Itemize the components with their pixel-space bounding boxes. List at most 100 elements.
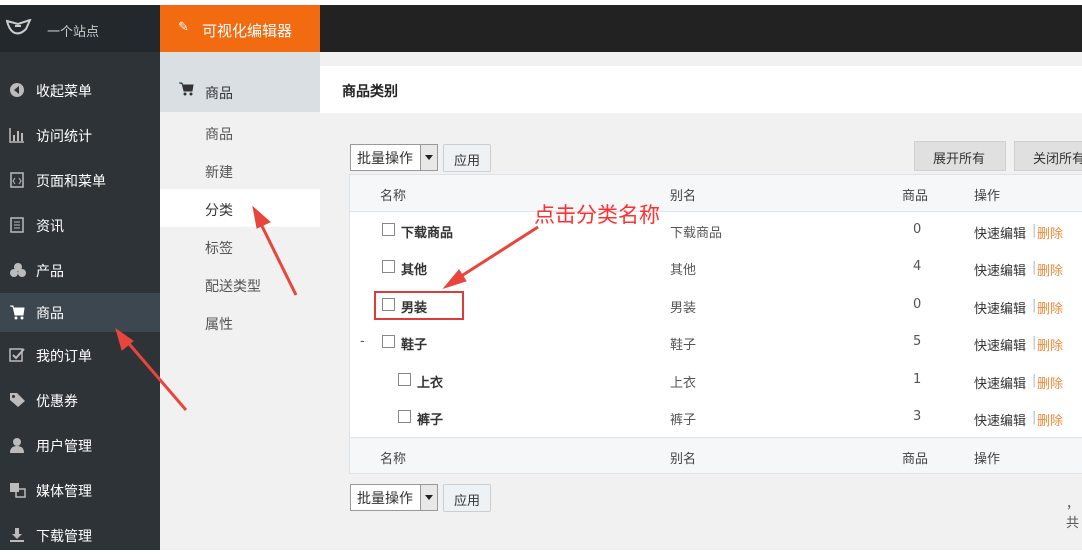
sidebar-item-coupons[interactable]: 优惠券: [0, 381, 160, 420]
sidebar-item-downloads[interactable]: 下载管理: [0, 516, 160, 555]
bulk-action-value: 批量操作: [357, 151, 413, 167]
category-alias: 其他: [670, 263, 697, 278]
sidebar-item-orders[interactable]: 我的订单: [0, 336, 160, 375]
cart-icon: [9, 304, 27, 322]
sidebar-item-goods[interactable]: 商品: [0, 293, 160, 332]
submenu-header-label: 商品: [205, 86, 233, 102]
annotation-highlight-box: [374, 291, 464, 320]
sidebar-item-label: 用户管理: [36, 439, 92, 455]
sidebar-item-label: 访问统计: [36, 129, 92, 145]
site-logo[interactable]: 一个站点: [0, 5, 160, 52]
sidebar-item-products[interactable]: 产品: [0, 251, 160, 290]
column-header-count[interactable]: 商品: [902, 185, 928, 204]
category-count[interactable]: 1: [913, 372, 921, 387]
row-checkbox[interactable]: [382, 223, 395, 236]
delete-link[interactable]: 删除: [1037, 410, 1063, 429]
close-all-button[interactable]: 关闭所有: [1014, 141, 1082, 171]
submenu-item-shipping-types[interactable]: 配送类型: [160, 265, 320, 303]
category-alias: 裤子: [670, 413, 697, 428]
logo-icon: [6, 19, 32, 35]
category-count[interactable]: 5: [913, 334, 921, 349]
bulk-action-select-top[interactable]: 批量操作: [350, 144, 438, 171]
delete-link[interactable]: 删除: [1037, 223, 1063, 242]
bulk-action-value: 批量操作: [357, 491, 413, 507]
submenu-item-label: 标签: [205, 241, 233, 257]
action-separator: |: [1032, 410, 1037, 425]
quick-edit-link[interactable]: 快速编辑: [974, 298, 1026, 317]
category-name-link[interactable]: 鞋子: [401, 334, 427, 353]
row-checkbox[interactable]: [382, 335, 395, 348]
submenu-item-label: 属性: [205, 317, 233, 333]
close-all-label: 关闭所有: [1033, 152, 1082, 167]
category-count[interactable]: 3: [913, 409, 921, 424]
apply-button-label: 应用: [454, 494, 481, 509]
collapse-toggle[interactable]: -: [360, 334, 365, 349]
cart-icon: [178, 82, 194, 100]
action-separator: |: [1032, 373, 1037, 388]
category-name-link[interactable]: 裤子: [417, 409, 443, 428]
sidebar-item-label: 页面和菜单: [36, 174, 106, 190]
table-row: 上衣 上衣 1 快速编辑 | 删除: [350, 362, 1082, 399]
collapse-circle-icon: [9, 82, 27, 100]
sidebar-item-users[interactable]: 用户管理: [0, 426, 160, 465]
sidebar-item-media[interactable]: 媒体管理: [0, 471, 160, 510]
apply-button-top[interactable]: 应用: [443, 144, 491, 172]
submenu-item-new[interactable]: 新建: [160, 151, 320, 189]
expand-all-label: 展开所有: [933, 152, 986, 167]
apply-button-label: 应用: [454, 154, 481, 169]
apply-button-bottom[interactable]: 应用: [443, 484, 491, 512]
sidebar-item-label: 资讯: [36, 219, 64, 235]
cubes-icon: [9, 262, 27, 280]
delete-link[interactable]: 删除: [1037, 373, 1063, 392]
submenu-item-attributes[interactable]: 属性: [160, 303, 320, 341]
delete-link[interactable]: 删除: [1037, 298, 1063, 317]
column-footer-count[interactable]: 商品: [902, 448, 928, 467]
category-count[interactable]: 0: [913, 297, 921, 312]
submenu-item-label: 商品: [205, 127, 233, 143]
column-header-alias[interactable]: 别名: [670, 185, 696, 204]
sidebar-item-stats[interactable]: 访问统计: [0, 116, 160, 155]
visual-editor-label: 可视化编辑器: [202, 22, 293, 40]
category-name-link[interactable]: 下载商品: [401, 222, 453, 241]
sidebar-item-news[interactable]: 资讯: [0, 206, 160, 245]
table-row: 其他 其他 4 快速编辑 | 删除: [350, 249, 1082, 286]
chevron-down-icon[interactable]: [420, 485, 437, 510]
action-separator: |: [1032, 223, 1037, 238]
table-row: 裤子 裤子 3 快速编辑 | 删除: [350, 399, 1082, 436]
visual-editor-tab[interactable]: ✎ 可视化编辑器: [160, 5, 320, 52]
quick-edit-link[interactable]: 快速编辑: [974, 260, 1026, 279]
column-header-name[interactable]: 名称: [380, 185, 406, 204]
submenu-item-tags[interactable]: 标签: [160, 227, 320, 265]
quick-edit-link[interactable]: 快速编辑: [974, 223, 1026, 242]
expand-all-button[interactable]: 展开所有: [914, 141, 1006, 171]
row-checkbox[interactable]: [398, 373, 411, 386]
row-checkbox[interactable]: [382, 260, 395, 273]
category-count[interactable]: 4: [913, 259, 921, 274]
column-footer-name[interactable]: 名称: [380, 448, 406, 467]
quick-edit-link[interactable]: 快速编辑: [974, 335, 1026, 354]
media-icon: [9, 482, 27, 500]
category-count[interactable]: 0: [913, 222, 921, 237]
chevron-down-icon[interactable]: [420, 145, 437, 170]
row-checkbox[interactable]: [398, 410, 411, 423]
column-footer-alias[interactable]: 别名: [670, 448, 696, 467]
main-sidebar: 收起菜单 访问统计 页面和菜单 资讯 产品 商品 我的订单 优惠券 用户管理 媒…: [0, 52, 160, 550]
tag-icon: [9, 392, 27, 410]
quick-edit-link[interactable]: 快速编辑: [974, 410, 1026, 429]
category-alias: 男装: [670, 301, 697, 316]
quick-edit-link[interactable]: 快速编辑: [974, 373, 1026, 392]
goods-submenu: 商品 商品 新建 分类 标签 配送类型 属性: [160, 52, 320, 550]
annotation-text: 点击分类名称: [534, 203, 660, 227]
sidebar-item-label: 产品: [36, 264, 64, 280]
delete-link[interactable]: 删除: [1037, 335, 1063, 354]
category-name-link[interactable]: 其他: [401, 259, 427, 278]
delete-link[interactable]: 删除: [1037, 260, 1063, 279]
sidebar-item-collapse[interactable]: 收起菜单: [0, 71, 160, 110]
sidebar-item-pages-menus[interactable]: 页面和菜单: [0, 161, 160, 200]
table-header: 名称 别名 商品 操作: [350, 175, 1082, 212]
page-title-bar: 商品类别: [320, 66, 1082, 113]
bulk-action-select-bottom[interactable]: 批量操作: [350, 484, 438, 511]
submenu-item-goods[interactable]: 商品: [160, 113, 320, 151]
category-name-link[interactable]: 上衣: [417, 372, 443, 391]
submenu-item-category[interactable]: 分类: [160, 189, 320, 227]
